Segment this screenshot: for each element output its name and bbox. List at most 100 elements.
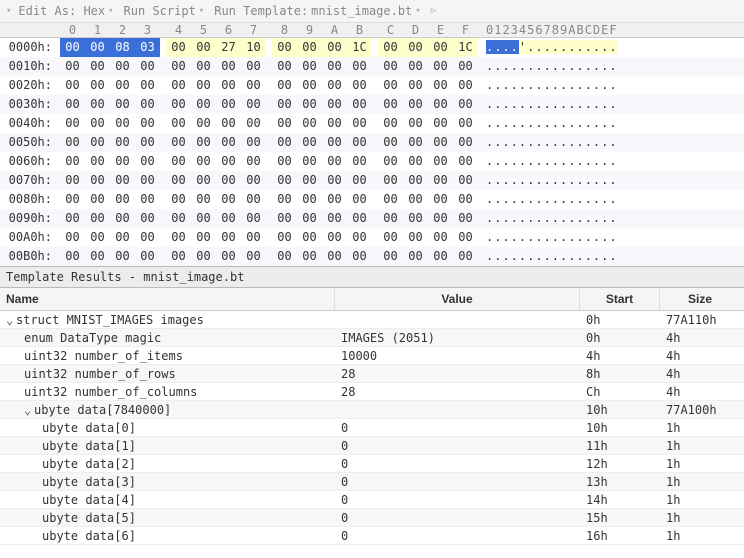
hex-byte[interactable]: 00 (60, 171, 85, 190)
hex-byte[interactable]: 00 (297, 209, 322, 228)
hex-byte[interactable]: 00 (216, 247, 241, 266)
hex-byte[interactable]: 00 (453, 114, 478, 133)
hex-byte[interactable]: 00 (135, 114, 160, 133)
col-header-start[interactable]: Start (580, 288, 660, 310)
hex-byte[interactable]: 00 (191, 247, 216, 266)
hex-byte[interactable]: 00 (322, 57, 347, 76)
results-row[interactable]: ubyte data[5]015h1h (0, 509, 744, 527)
hex-byte[interactable]: 00 (322, 76, 347, 95)
hex-byte[interactable]: 00 (135, 152, 160, 171)
results-row[interactable]: ⌄ubyte data[7840000]10h77A100h (0, 401, 744, 419)
hex-ascii[interactable]: ................ (478, 95, 608, 114)
run-script-menu[interactable]: Run Script ▾ (121, 3, 208, 19)
hex-byte[interactable]: 00 (166, 133, 191, 152)
hex-byte[interactable]: 00 (60, 38, 85, 57)
hex-byte[interactable]: 00 (191, 152, 216, 171)
hex-byte[interactable]: 00 (272, 152, 297, 171)
hex-byte[interactable]: 00 (85, 76, 110, 95)
hex-byte[interactable]: 00 (297, 57, 322, 76)
hex-byte[interactable]: 00 (166, 228, 191, 247)
hex-byte[interactable]: 00 (403, 171, 428, 190)
hex-byte[interactable]: 00 (347, 171, 372, 190)
hex-byte[interactable]: 00 (297, 190, 322, 209)
hex-ascii[interactable]: ................ (478, 133, 608, 152)
hex-byte[interactable]: 00 (110, 152, 135, 171)
hex-byte[interactable]: 00 (378, 171, 403, 190)
hex-row[interactable]: 0070h:00000000000000000000000000000000..… (0, 171, 744, 190)
hex-ascii[interactable]: ................ (478, 76, 608, 95)
hex-byte[interactable]: 00 (110, 171, 135, 190)
hex-byte[interactable]: 00 (378, 190, 403, 209)
run-template-menu[interactable]: Run Template: mnist_image.bt ▾ (211, 3, 424, 19)
hex-byte[interactable]: 00 (135, 247, 160, 266)
hex-byte[interactable]: 00 (191, 209, 216, 228)
col-header-size[interactable]: Size (660, 288, 740, 310)
hex-ascii[interactable]: ................ (478, 171, 608, 190)
hex-byte[interactable]: 00 (453, 95, 478, 114)
hex-row[interactable]: 0080h:00000000000000000000000000000000..… (0, 190, 744, 209)
hex-byte[interactable]: 00 (297, 38, 322, 57)
results-row[interactable]: ⌄struct MNIST_IMAGES images0h77A110h (0, 311, 744, 329)
hex-byte[interactable]: 00 (297, 76, 322, 95)
edit-as-menu[interactable]: Edit As: Hex ▾ (15, 3, 116, 19)
results-row[interactable]: ubyte data[4]014h1h (0, 491, 744, 509)
hex-byte[interactable]: 00 (241, 152, 266, 171)
hex-byte[interactable]: 00 (272, 133, 297, 152)
hex-byte[interactable]: 00 (85, 38, 110, 57)
template-results-body[interactable]: ⌄struct MNIST_IMAGES images0h77A110henum… (0, 311, 744, 545)
hex-byte[interactable]: 00 (216, 171, 241, 190)
hex-byte[interactable]: 00 (135, 190, 160, 209)
hex-byte[interactable]: 00 (60, 114, 85, 133)
hex-ascii[interactable]: ................ (478, 228, 608, 247)
hex-byte[interactable]: 00 (191, 171, 216, 190)
hex-byte[interactable]: 00 (191, 76, 216, 95)
hex-byte[interactable]: 00 (453, 209, 478, 228)
hex-byte[interactable]: 00 (347, 228, 372, 247)
hex-byte[interactable]: 00 (297, 228, 322, 247)
results-row[interactable]: ubyte data[1]011h1h (0, 437, 744, 455)
hex-byte[interactable]: 00 (378, 76, 403, 95)
results-row[interactable]: ubyte data[0]010h1h (0, 419, 744, 437)
hex-byte[interactable]: 00 (191, 133, 216, 152)
hex-byte[interactable]: 00 (322, 114, 347, 133)
hex-byte[interactable]: 00 (272, 114, 297, 133)
hex-byte[interactable]: 00 (135, 76, 160, 95)
hex-byte[interactable]: 00 (272, 38, 297, 57)
hex-byte[interactable]: 00 (378, 152, 403, 171)
hex-byte[interactable]: 00 (241, 133, 266, 152)
hex-byte[interactable]: 00 (297, 95, 322, 114)
results-row[interactable]: ubyte data[3]013h1h (0, 473, 744, 491)
hex-ascii[interactable]: ....'........... (478, 38, 608, 57)
results-row[interactable]: uint32 number_of_columns28Ch4h (0, 383, 744, 401)
hex-byte[interactable]: 00 (297, 171, 322, 190)
hex-byte[interactable]: 00 (60, 76, 85, 95)
hex-byte[interactable]: 00 (85, 152, 110, 171)
hex-byte[interactable]: 00 (453, 57, 478, 76)
hex-byte[interactable]: 00 (166, 190, 191, 209)
hex-byte[interactable]: 00 (403, 228, 428, 247)
hex-byte[interactable]: 00 (110, 76, 135, 95)
results-row[interactable]: uint32 number_of_rows288h4h (0, 365, 744, 383)
hex-byte[interactable]: 00 (60, 228, 85, 247)
hex-row[interactable]: 00B0h:00000000000000000000000000000000..… (0, 247, 744, 266)
hex-row[interactable]: 0030h:00000000000000000000000000000000..… (0, 95, 744, 114)
hex-byte[interactable]: 00 (166, 152, 191, 171)
results-row[interactable]: ubyte data[6]016h1h (0, 527, 744, 545)
hex-byte[interactable]: 00 (110, 209, 135, 228)
hex-byte[interactable]: 00 (428, 190, 453, 209)
hex-byte[interactable]: 00 (191, 38, 216, 57)
hex-byte[interactable]: 00 (322, 228, 347, 247)
hex-byte[interactable]: 00 (241, 76, 266, 95)
hex-row[interactable]: 00A0h:00000000000000000000000000000000..… (0, 228, 744, 247)
hex-byte[interactable]: 00 (347, 247, 372, 266)
hex-byte[interactable]: 00 (403, 209, 428, 228)
hex-byte[interactable]: 00 (85, 95, 110, 114)
hex-ascii[interactable]: ................ (478, 57, 608, 76)
hex-byte[interactable]: 00 (453, 171, 478, 190)
hex-byte[interactable]: 00 (85, 114, 110, 133)
hex-row[interactable]: 0090h:00000000000000000000000000000000..… (0, 209, 744, 228)
hex-byte[interactable]: 00 (378, 228, 403, 247)
hex-byte[interactable]: 00 (85, 133, 110, 152)
hex-byte[interactable]: 1C (453, 38, 478, 57)
hex-byte[interactable]: 00 (191, 228, 216, 247)
